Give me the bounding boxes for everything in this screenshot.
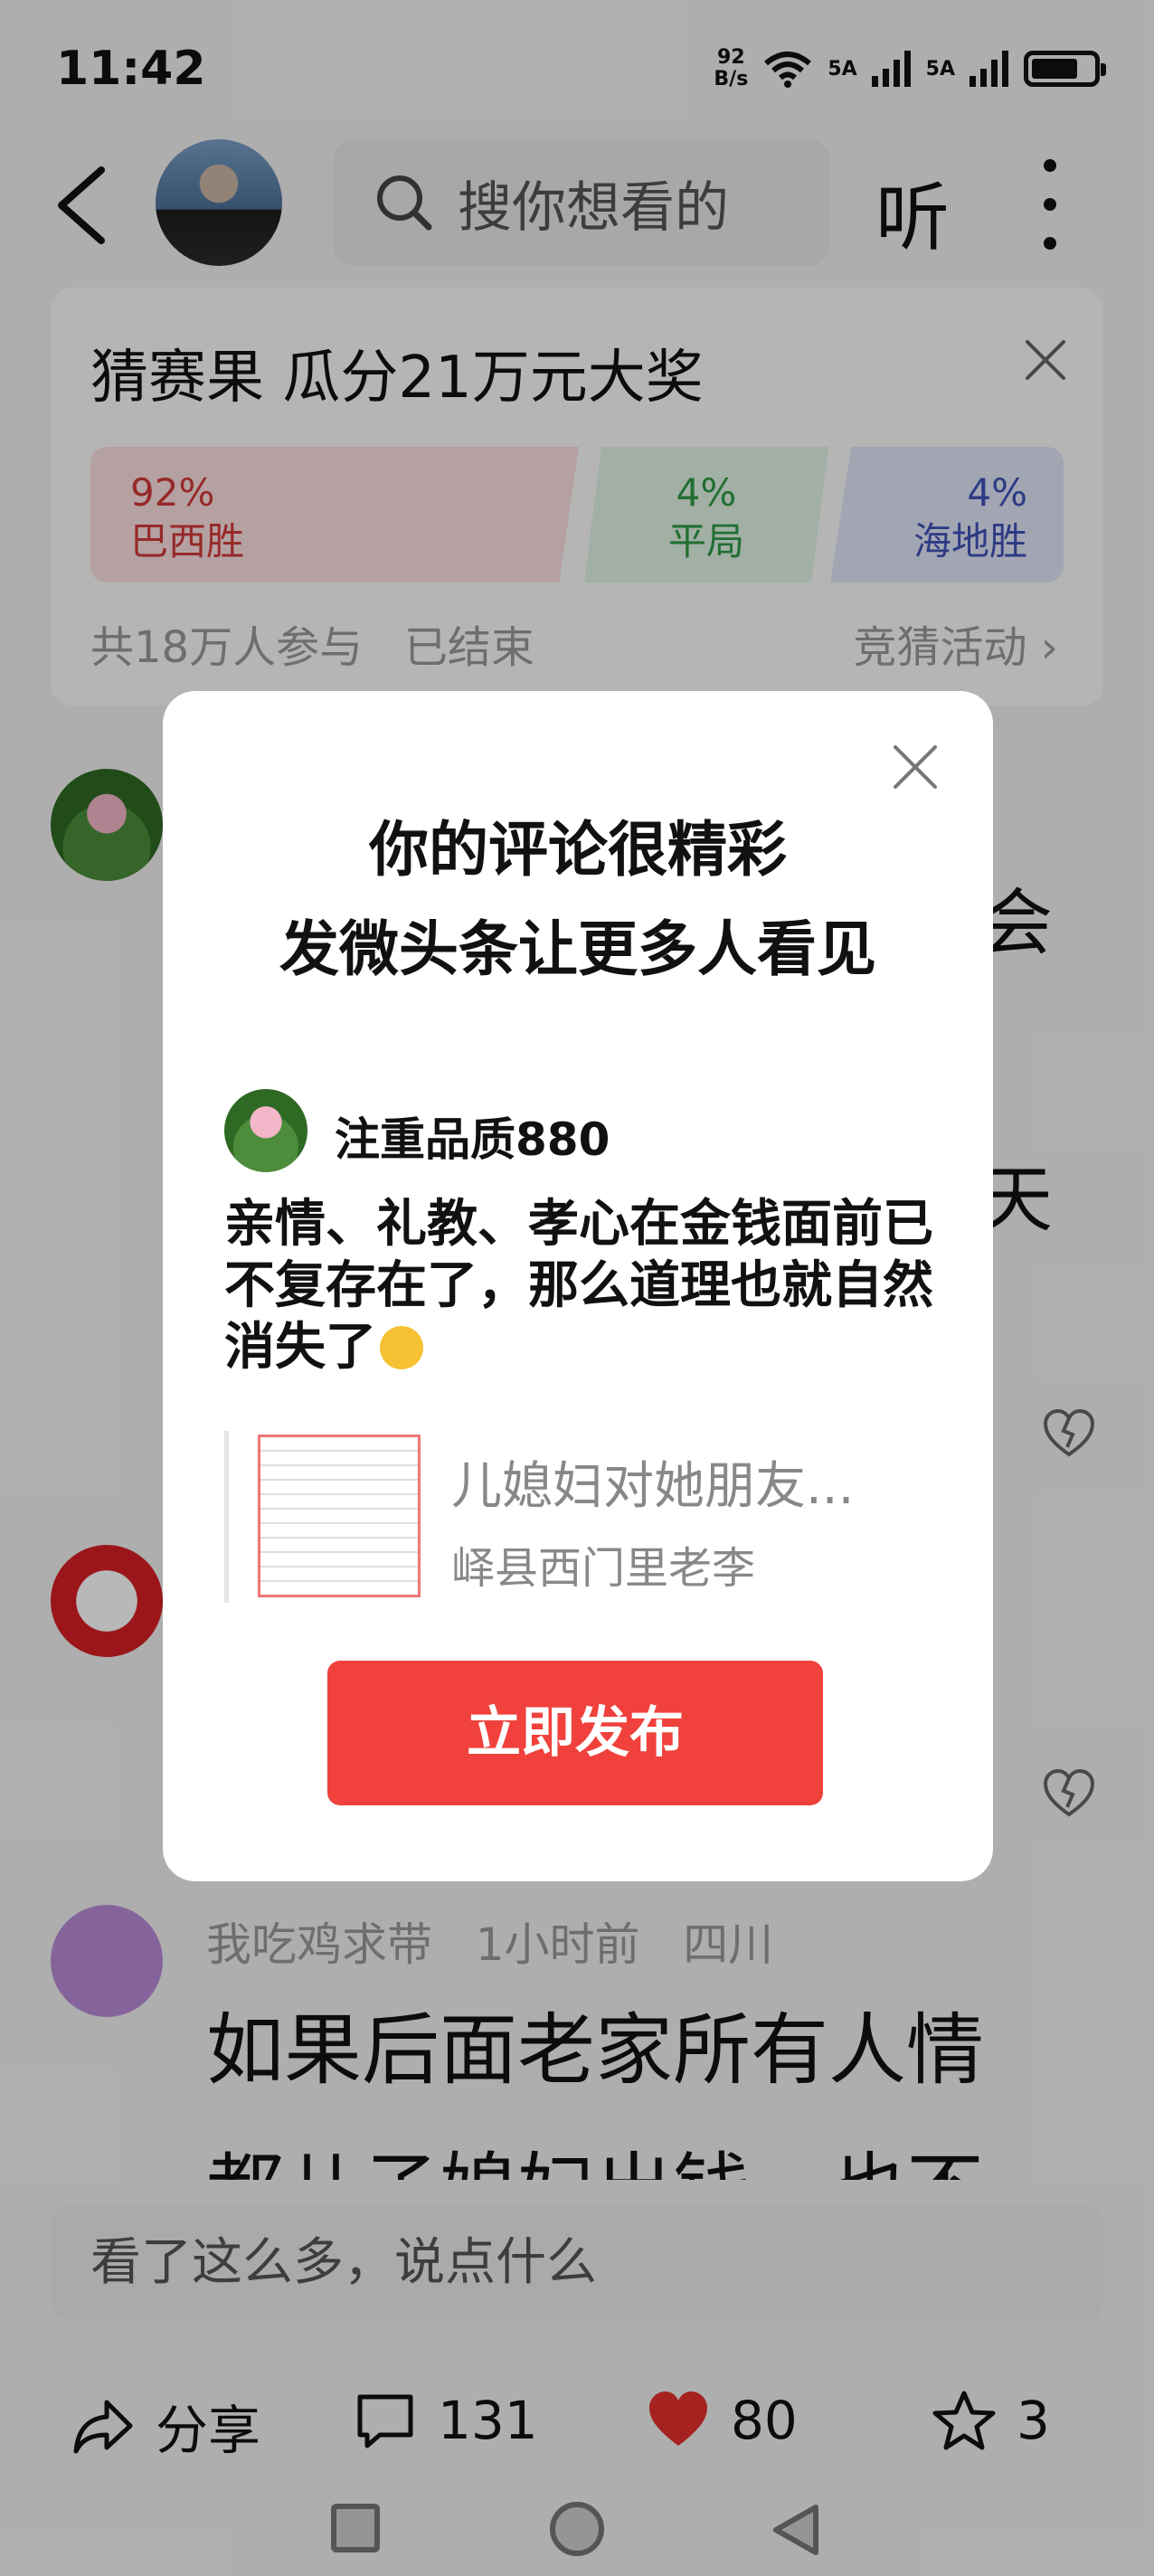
share-comment-modal: 你的评论很精彩 发微头条让更多人看见 注重品质880 亲情、礼教、孝心在金钱面前… (163, 691, 993, 1881)
quoted-article-author: 峄县西门里老李 (451, 1543, 756, 1594)
article-thumbnail (258, 1435, 421, 1597)
close-icon[interactable] (890, 742, 941, 792)
modal-title-line-2: 发微头条让更多人看见 (279, 914, 876, 984)
quoted-article-title: 儿媳妇对她朋友... (451, 1457, 855, 1516)
username: 注重品质880 (335, 1113, 610, 1166)
user-avatar (224, 1089, 307, 1172)
laughing-emoji-icon (380, 1326, 423, 1369)
publish-button[interactable]: 立即发布 (327, 1661, 823, 1805)
modal-title-line-1: 你的评论很精彩 (369, 815, 787, 885)
comment-body: 亲情、礼教、孝心在金钱面前已不复存在了，那么道理也就自然消失了 (224, 1194, 948, 1378)
quoted-article: 儿媳妇对她朋友... 峄县西门里老李 (224, 1431, 948, 1603)
comment-text: 亲情、礼教、孝心在金钱面前已不复存在了，那么道理也就自然消失了 (224, 1195, 933, 1377)
